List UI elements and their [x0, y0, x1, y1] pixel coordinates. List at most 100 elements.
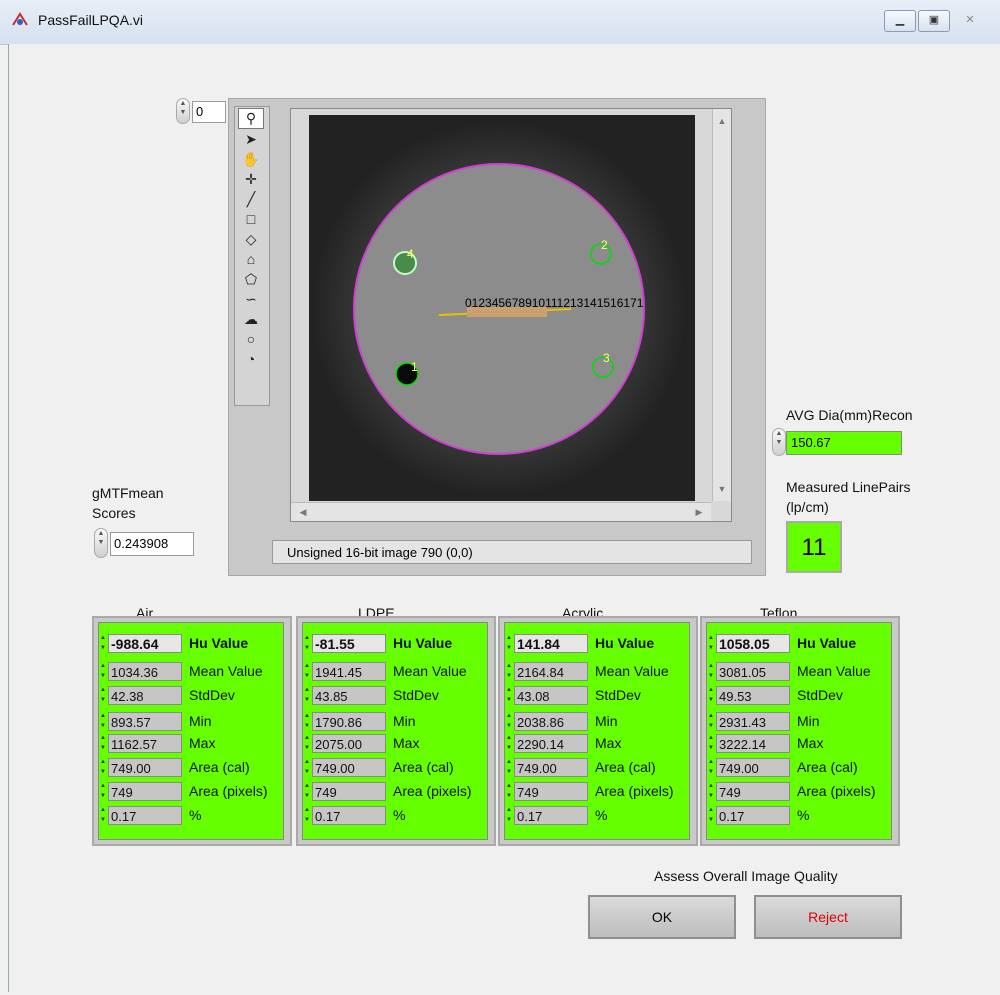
stat-label: Mean Value: [595, 663, 669, 679]
pan-hand-icon[interactable]: ✋: [239, 150, 263, 169]
stat-value-field[interactable]: 43.08: [514, 686, 588, 705]
line-icon[interactable]: ╱: [239, 190, 263, 209]
increment-spinner-icon[interactable]: ▲ ▼: [707, 685, 715, 705]
stat-value-field[interactable]: 2290.14: [514, 734, 588, 753]
increment-spinner-icon[interactable]: ▲ ▼: [303, 805, 311, 825]
increment-spinner-icon[interactable]: ▲ ▼: [303, 711, 311, 731]
increment-spinner-icon[interactable]: ▲ ▼: [707, 633, 715, 653]
increment-spinner-icon[interactable]: ▲ ▼: [99, 711, 107, 731]
annulus-icon[interactable]: ⌂: [239, 250, 263, 269]
rectangle-icon[interactable]: □: [239, 210, 263, 229]
frame-index-spinner[interactable]: ▲ ▼: [176, 98, 190, 124]
ok-button[interactable]: OK: [588, 895, 736, 939]
crosshair-icon[interactable]: ✛: [239, 170, 263, 189]
freehand-region-icon[interactable]: ☁: [239, 310, 263, 329]
increment-spinner-icon[interactable]: ▲ ▼: [303, 733, 311, 753]
stat-value-field[interactable]: 1941.45: [312, 662, 386, 681]
stats-row: ▲ ▼ 749.00 Area (cal): [707, 757, 891, 777]
stat-value-field[interactable]: 0.17: [108, 806, 182, 825]
increment-spinner-icon[interactable]: ▲ ▼: [505, 685, 513, 705]
stat-value-field[interactable]: 1162.57: [108, 734, 182, 753]
scroll-right-icon[interactable]: ▶: [691, 504, 707, 520]
gmtf-value-field[interactable]: 0.243908: [110, 532, 194, 556]
frame-index-field[interactable]: 0: [192, 101, 226, 123]
stat-value-field[interactable]: 1058.05: [716, 634, 790, 653]
avg-dia-spinner[interactable]: ▲ ▼: [772, 428, 786, 456]
increment-spinner-icon[interactable]: ▲ ▼: [707, 733, 715, 753]
increment-spinner-icon[interactable]: ▲ ▼: [99, 685, 107, 705]
scroll-left-icon[interactable]: ◀: [295, 504, 311, 520]
increment-spinner-icon[interactable]: ▲ ▼: [99, 661, 107, 681]
stat-value-field[interactable]: 43.85: [312, 686, 386, 705]
stat-value-field[interactable]: 749: [514, 782, 588, 801]
stat-value-field[interactable]: 141.84: [514, 634, 588, 653]
stat-value-field[interactable]: 2075.00: [312, 734, 386, 753]
increment-spinner-icon[interactable]: ▲ ▼: [505, 633, 513, 653]
stat-value-field[interactable]: 42.38: [108, 686, 182, 705]
pie-icon[interactable]: ◔: [239, 350, 263, 369]
stat-value-field[interactable]: 749.00: [312, 758, 386, 777]
increment-spinner-icon[interactable]: ▲ ▼: [505, 733, 513, 753]
maximize-button[interactable]: ▣: [918, 10, 950, 32]
increment-spinner-icon[interactable]: ▲ ▼: [707, 757, 715, 777]
vertical-scrollbar[interactable]: ▲ ▼: [712, 109, 731, 501]
stat-value-field[interactable]: 3081.05: [716, 662, 790, 681]
stats-row: ▲ ▼ 749 Area (pixels): [505, 781, 689, 801]
increment-spinner-icon[interactable]: ▲ ▼: [99, 757, 107, 777]
increment-spinner-icon[interactable]: ▲ ▼: [303, 661, 311, 681]
polygon-icon[interactable]: ⬠: [239, 270, 263, 289]
increment-spinner-icon[interactable]: ▲ ▼: [303, 633, 311, 653]
stat-label: Mean Value: [797, 663, 871, 679]
minimize-button[interactable]: ▁: [884, 10, 916, 32]
increment-spinner-icon[interactable]: ▲ ▼: [707, 805, 715, 825]
oval-icon[interactable]: ○: [239, 330, 263, 349]
stat-value-field[interactable]: 893.57: [108, 712, 182, 731]
increment-spinner-icon[interactable]: ▲ ▼: [707, 711, 715, 731]
stat-value-field[interactable]: 1034.36: [108, 662, 182, 681]
image-viewport[interactable]: 1 2 3 4 012345678910111213141516171 ▲ ▼ …: [290, 108, 732, 522]
stat-value-field[interactable]: 2931.43: [716, 712, 790, 731]
close-button[interactable]: ✕: [954, 10, 986, 32]
rotated-rectangle-icon[interactable]: ◇: [239, 230, 263, 249]
increment-spinner-icon[interactable]: ▲ ▼: [99, 633, 107, 653]
stats-row: ▲ ▼ 2290.14 Max: [505, 733, 689, 753]
stat-value-field[interactable]: 2164.84: [514, 662, 588, 681]
stat-value-field[interactable]: 749.00: [514, 758, 588, 777]
increment-spinner-icon[interactable]: ▲ ▼: [505, 805, 513, 825]
stat-value-field[interactable]: 3222.14: [716, 734, 790, 753]
stat-value-field[interactable]: 2038.86: [514, 712, 588, 731]
freehand-icon[interactable]: ∽: [239, 290, 263, 309]
increment-spinner-icon[interactable]: ▲ ▼: [505, 781, 513, 801]
stat-value-field[interactable]: 749: [108, 782, 182, 801]
stat-value-field[interactable]: 749: [312, 782, 386, 801]
stat-value-field[interactable]: 749: [716, 782, 790, 801]
pointer-icon[interactable]: ➤: [239, 130, 263, 149]
increment-spinner-icon[interactable]: ▲ ▼: [303, 781, 311, 801]
increment-spinner-icon[interactable]: ▲ ▼: [505, 757, 513, 777]
stat-value-field[interactable]: -988.64: [108, 634, 182, 653]
increment-spinner-icon[interactable]: ▲ ▼: [505, 661, 513, 681]
increment-spinner-icon[interactable]: ▲ ▼: [707, 781, 715, 801]
increment-spinner-icon[interactable]: ▲ ▼: [505, 711, 513, 731]
stat-value-field[interactable]: 0.17: [514, 806, 588, 825]
stat-value-field[interactable]: 749.00: [716, 758, 790, 777]
stat-value-field[interactable]: -81.55: [312, 634, 386, 653]
increment-spinner-icon[interactable]: ▲ ▼: [707, 661, 715, 681]
zoom-icon[interactable]: ⚲: [238, 108, 264, 129]
increment-spinner-icon[interactable]: ▲ ▼: [99, 805, 107, 825]
reject-button[interactable]: Reject: [754, 895, 902, 939]
stat-value-field[interactable]: 1790.86: [312, 712, 386, 731]
horizontal-scrollbar[interactable]: ◀ ▶: [291, 502, 711, 521]
increment-spinner-icon[interactable]: ▲ ▼: [303, 685, 311, 705]
scroll-up-icon[interactable]: ▲: [714, 113, 730, 129]
gmtf-spinner[interactable]: ▲ ▼: [94, 528, 108, 558]
stat-value-field[interactable]: 0.17: [716, 806, 790, 825]
increment-spinner-icon[interactable]: ▲ ▼: [99, 781, 107, 801]
stat-value-field[interactable]: 0.17: [312, 806, 386, 825]
roi-label-2: 2: [601, 238, 608, 252]
increment-spinner-icon[interactable]: ▲ ▼: [303, 757, 311, 777]
increment-spinner-icon[interactable]: ▲ ▼: [99, 733, 107, 753]
stat-value-field[interactable]: 749.00: [108, 758, 182, 777]
scroll-down-icon[interactable]: ▼: [714, 481, 730, 497]
stat-value-field[interactable]: 49.53: [716, 686, 790, 705]
